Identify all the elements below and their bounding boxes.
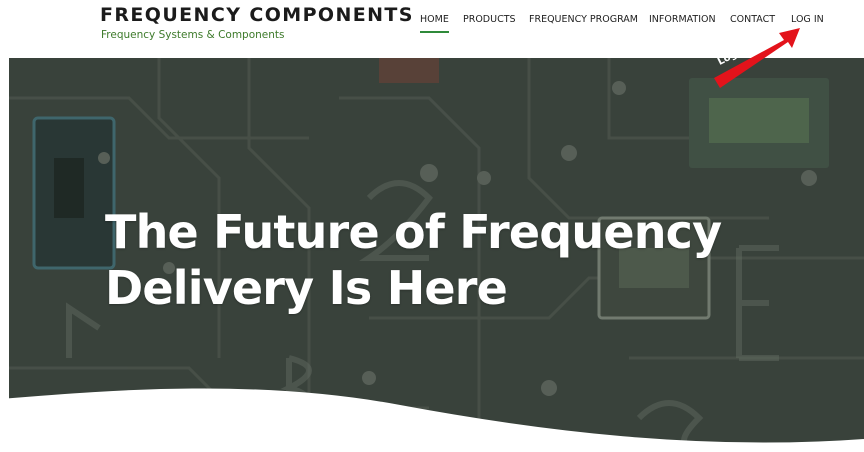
nav-home[interactable]: HOME [420,14,449,33]
nav-frequency-program[interactable]: FREQUENCY PROGRAM [529,14,638,25]
hero-heading: The Future of Frequency Delivery Is Here [105,204,805,316]
hero-bottom-wave [0,388,864,452]
site-title[interactable]: FREQUENCY COMPONENTS [100,4,414,26]
site-tagline: Frequency Systems & Components [101,29,285,41]
hero-heading-line-1: The Future of Frequency [105,205,722,259]
log-in-arrow-annotation [714,28,800,88]
nav-products[interactable]: PRODUCTS [463,14,516,25]
hero-heading-line-2: Delivery Is Here [105,261,508,315]
